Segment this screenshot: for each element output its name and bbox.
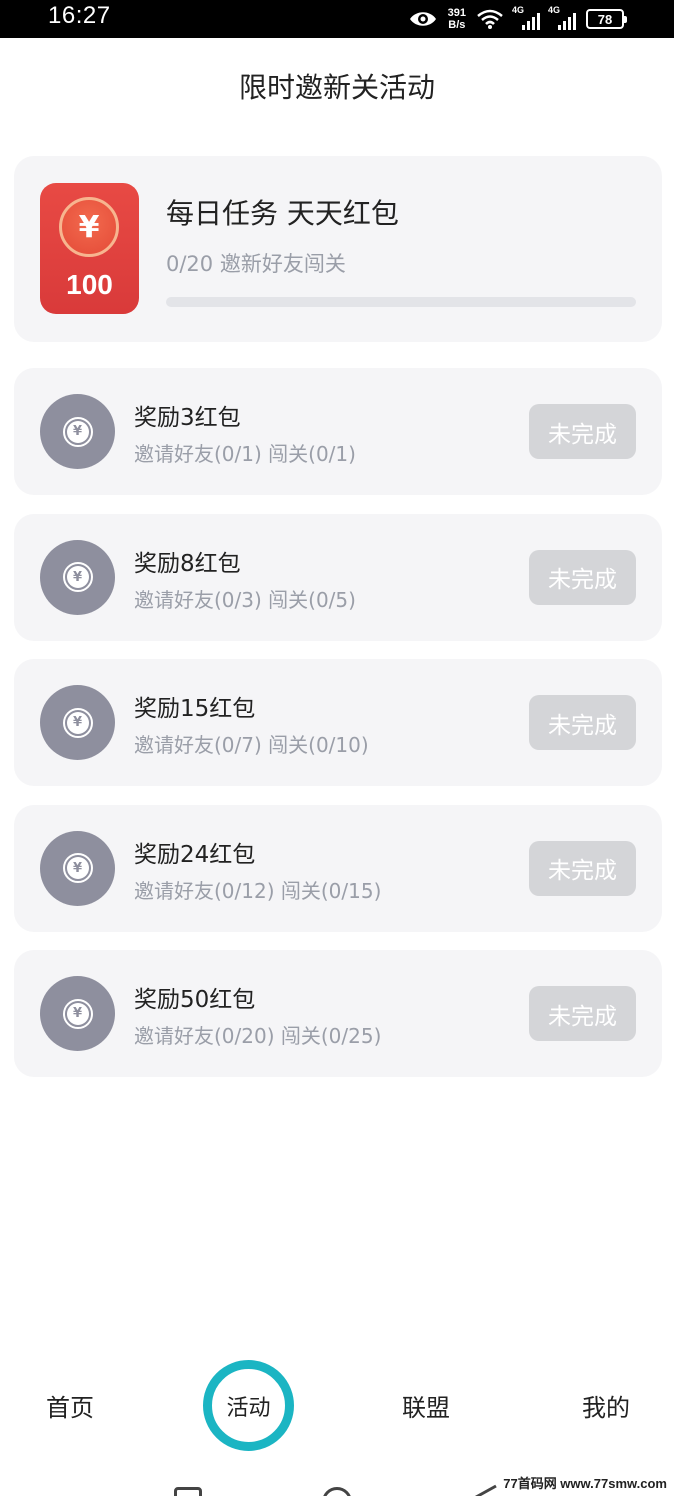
yuan-icon: ¥ bbox=[66, 711, 89, 734]
status-bar: 16:27 391 B/s 4G 4G 78 bbox=[0, 0, 674, 38]
status-time: 16:27 bbox=[48, 2, 111, 29]
reward-title: 奖励50红包 bbox=[134, 987, 256, 1013]
incomplete-status-button[interactable]: 未完成 bbox=[529, 986, 636, 1041]
reward-condition: 邀请好友(0/1) 闯关(0/1) bbox=[134, 442, 356, 466]
nav-home[interactable]: 首页 bbox=[46, 1388, 94, 1423]
network-speed: 391 B/s bbox=[448, 7, 466, 31]
coin-icon: ¥ bbox=[40, 830, 115, 906]
incomplete-status-button[interactable]: 未完成 bbox=[529, 695, 636, 750]
network-speed-value: 391 bbox=[447, 7, 466, 19]
signal-tag: 4G bbox=[548, 5, 561, 15]
reward-list: ¥ 奖励3红包邀请好友(0/1) 闯关(0/1) 未完成 ¥ 奖励8红包邀请好友(0/3… bbox=[14, 368, 662, 1096]
reward-condition: 邀请好友(0/7) 闯关(0/10) bbox=[134, 733, 369, 757]
yuan-coin-icon: ¥ bbox=[59, 197, 119, 257]
red-packet-amount: 100 bbox=[66, 269, 113, 300]
bottom-nav: 首页 活动 联盟 我的 bbox=[0, 1360, 674, 1452]
daily-task-card[interactable]: ¥ 100 每日任务 天天红包 0/20 邀新好友闯关 bbox=[14, 156, 662, 342]
reward-condition: 邀请好友(0/3) 闯关(0/5) bbox=[134, 587, 356, 612]
reward-item[interactable]: ¥ 奖励8红包邀请好友(0/3) 闯关(0/5) 未完成 bbox=[14, 513, 662, 641]
network-speed-unit: B/s bbox=[448, 19, 466, 31]
nav-alliance[interactable]: 联盟 bbox=[402, 1388, 450, 1423]
nav-activity[interactable]: 活动 bbox=[226, 1390, 270, 1422]
coin-icon: ¥ bbox=[40, 539, 115, 615]
incomplete-status-button[interactable]: 未完成 bbox=[529, 840, 636, 896]
wifi-icon bbox=[477, 9, 503, 29]
daily-task-progress-bar bbox=[166, 297, 636, 307]
reward-item[interactable]: ¥ 奖励50红包邀请好友(0/20) 闯关(0/25) 未完成 bbox=[14, 950, 662, 1077]
signal-icon: 4G bbox=[512, 5, 540, 30]
red-packet-icon: ¥ 100 bbox=[40, 183, 139, 314]
signal-icon: 4G bbox=[548, 5, 576, 30]
incomplete-status-button[interactable]: 未完成 bbox=[529, 404, 636, 459]
nav-activity-highlight[interactable]: 活动 bbox=[203, 1360, 294, 1451]
daily-task-progress-text: 0/20 邀新好友闯关 bbox=[166, 252, 346, 276]
page-title: 限时邀新关活动 bbox=[238, 71, 435, 104]
reward-condition: 邀请好友(0/20) 闯关(0/25) bbox=[134, 1024, 382, 1048]
reward-title: 奖励24红包 bbox=[134, 841, 256, 868]
reward-title: 奖励3红包 bbox=[134, 405, 241, 431]
recent-apps-icon[interactable] bbox=[174, 1487, 202, 1496]
signal-tag: 4G bbox=[512, 5, 525, 15]
coin-icon: ¥ bbox=[40, 685, 115, 760]
battery-icon: 78 bbox=[586, 9, 627, 29]
nav-mine[interactable]: 我的 bbox=[582, 1388, 630, 1423]
yuan-icon: ¥ bbox=[66, 566, 89, 588]
reward-title: 奖励8红包 bbox=[134, 550, 241, 577]
yuan-icon: ¥ bbox=[66, 857, 89, 879]
watermark: 77首码网 www.77smw.com bbox=[500, 1472, 670, 1493]
reward-condition: 邀请好友(0/12) 闯关(0/15) bbox=[134, 878, 382, 903]
reward-title: 奖励15红包 bbox=[134, 696, 256, 722]
reward-item[interactable]: ¥ 奖励15红包邀请好友(0/7) 闯关(0/10) 未完成 bbox=[14, 659, 662, 786]
coin-icon: ¥ bbox=[40, 976, 115, 1051]
battery-level: 78 bbox=[597, 11, 613, 27]
yuan-icon: ¥ bbox=[66, 1002, 89, 1025]
status-icons: 391 B/s 4G 4G 78 bbox=[408, 0, 627, 38]
home-icon[interactable] bbox=[322, 1487, 352, 1496]
daily-task-title: 每日任务 天天红包 bbox=[166, 197, 399, 230]
reward-item[interactable]: ¥ 奖励24红包邀请好友(0/12) 闯关(0/15) 未完成 bbox=[14, 804, 662, 932]
eye-icon bbox=[409, 12, 436, 26]
back-icon[interactable] bbox=[474, 1482, 500, 1496]
yuan-icon: ¥ bbox=[66, 420, 89, 443]
incomplete-status-button[interactable]: 未完成 bbox=[529, 549, 636, 605]
reward-item[interactable]: ¥ 奖励3红包邀请好友(0/1) 闯关(0/1) 未完成 bbox=[14, 368, 662, 495]
coin-icon: ¥ bbox=[40, 394, 115, 469]
